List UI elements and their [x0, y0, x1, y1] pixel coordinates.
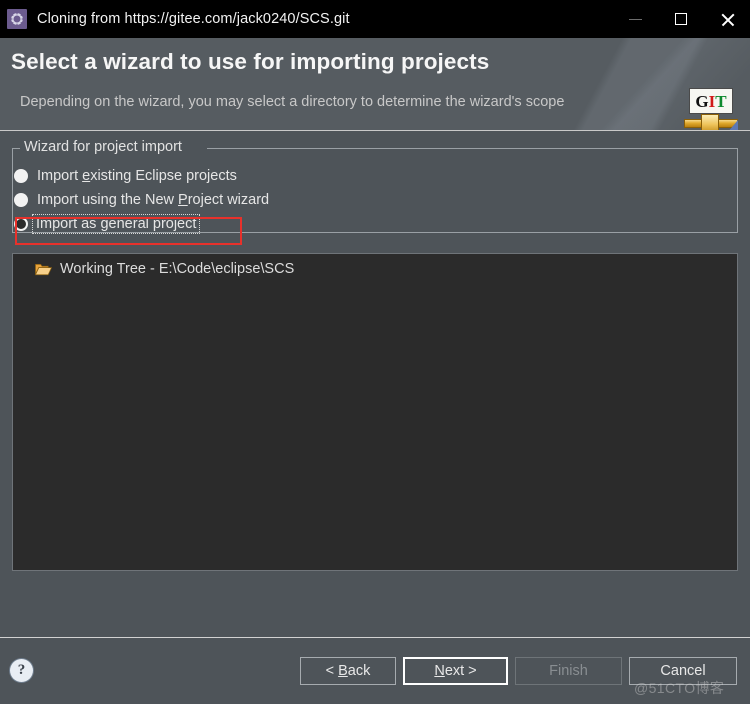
list-item-label: Working Tree - E:\Code\eclipse\SCS — [60, 261, 295, 277]
radio-label: Import existing Eclipse projects — [37, 168, 237, 184]
group-legend: Wizard for project import — [21, 139, 185, 155]
radio-import-existing-eclipse-projects[interactable]: Import existing Eclipse projects — [14, 164, 237, 188]
git-letter-t: T — [715, 91, 727, 111]
page-title: Select a wizard to use for importing pro… — [11, 49, 490, 74]
back-button-label: < Back — [325, 663, 371, 679]
minimize-icon — [628, 18, 642, 20]
next-button[interactable]: Next > — [403, 657, 508, 685]
radio-import-as-general-project[interactable]: Import as general project — [14, 212, 201, 236]
radio-button-icon[interactable] — [14, 193, 28, 207]
minimize-button[interactable] — [612, 0, 658, 38]
close-icon — [720, 12, 735, 27]
window-title: Cloning from https://gitee.com/jack0240/… — [37, 11, 350, 27]
back-button[interactable]: < Back — [300, 657, 396, 685]
radio-label: Import as general project — [32, 214, 201, 234]
git-letter-i: I — [708, 91, 716, 111]
next-button-label: Next > — [434, 663, 477, 679]
wizard-dialog: Cloning from https://gitee.com/jack0240/… — [0, 0, 750, 704]
working-tree-panel[interactable]: Working Tree - E:\Code\eclipse\SCS — [12, 253, 738, 571]
gear-icon — [7, 9, 27, 29]
radio-label: Import using the New Project wizard — [37, 192, 270, 208]
open-folder-icon — [34, 262, 53, 276]
git-logo-letters: GIT — [689, 88, 733, 114]
finish-button-label: Finish — [549, 663, 588, 679]
radio-button-icon[interactable] — [14, 217, 28, 231]
window-controls — [612, 0, 750, 38]
list-item[interactable]: Working Tree - E:\Code\eclipse\SCS — [34, 258, 295, 280]
git-letter-g: G — [695, 91, 709, 111]
cancel-button-label: Cancel — [660, 663, 706, 679]
page-subtitle: Depending on the wizard, you may select … — [20, 94, 565, 110]
radio-button-icon[interactable] — [14, 169, 28, 183]
finish-button: Finish — [515, 657, 622, 685]
maximize-button[interactable] — [658, 0, 704, 38]
help-icon[interactable]: ? — [10, 659, 33, 682]
group-border-left-segment — [12, 148, 20, 149]
radio-import-using-new-project-wizard[interactable]: Import using the New Project wizard — [14, 188, 269, 212]
watermark: @51CTO博客 — [634, 680, 725, 696]
git-pipe-hub-icon — [701, 114, 719, 131]
wizard-content: Wizard for project import Import existin… — [0, 131, 750, 636]
maximize-icon — [675, 13, 687, 25]
close-button[interactable] — [704, 0, 750, 38]
wizard-header: Select a wizard to use for importing pro… — [0, 38, 750, 131]
group-border-right-segment — [207, 148, 738, 149]
title-bar: Cloning from https://gitee.com/jack0240/… — [0, 0, 750, 38]
git-logo-icon: GIT — [680, 88, 742, 131]
